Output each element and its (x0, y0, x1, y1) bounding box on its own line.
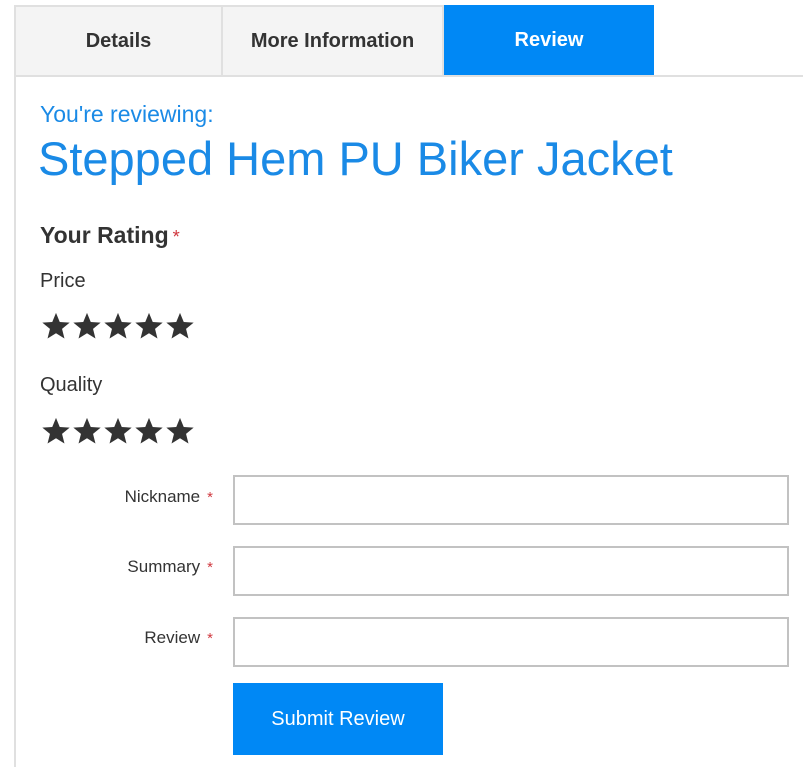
required-marker: * (207, 489, 213, 506)
star-icon[interactable] (133, 415, 164, 445)
review-label: Review * (144, 628, 213, 648)
star-icon[interactable] (71, 415, 102, 445)
content-border (14, 75, 16, 767)
star-icon[interactable] (102, 310, 133, 340)
review-input[interactable] (233, 617, 789, 667)
summary-label: Summary * (127, 557, 213, 577)
required-marker: * (207, 559, 213, 576)
rating-stars-price (40, 310, 195, 340)
tabs-divider (14, 75, 803, 77)
star-icon[interactable] (164, 310, 195, 340)
rating-label-quality: Quality (40, 374, 103, 396)
nickname-input[interactable] (233, 475, 789, 525)
tab-details[interactable]: Details (14, 5, 223, 76)
rating-heading-text: Your Rating (40, 222, 169, 248)
nickname-label-text: Nickname (124, 487, 201, 506)
review-page: Details More Information Review You're r… (0, 0, 803, 767)
product-tabs: Details More Information Review (14, 5, 654, 76)
required-marker: * (207, 630, 213, 647)
rating-heading: Your Rating * (40, 222, 180, 249)
tab-more-information[interactable]: More Information (223, 5, 444, 76)
tab-review[interactable]: Review (444, 5, 654, 76)
star-icon[interactable] (164, 415, 195, 445)
star-icon[interactable] (40, 310, 71, 340)
rating-stars-quality (40, 415, 195, 445)
star-icon[interactable] (102, 415, 133, 445)
star-icon[interactable] (133, 310, 164, 340)
review-label-text: Review (144, 628, 201, 647)
star-icon[interactable] (40, 415, 71, 445)
summary-input[interactable] (233, 546, 789, 596)
reviewing-label: You're reviewing: (40, 101, 214, 127)
summary-label-text: Summary (127, 557, 201, 576)
star-icon[interactable] (71, 310, 102, 340)
product-title: Stepped Hem PU Biker Jacket (38, 132, 673, 185)
rating-label-price: Price (40, 270, 86, 292)
required-marker: * (172, 226, 180, 247)
submit-review-button[interactable]: Submit Review (233, 683, 443, 755)
nickname-label: Nickname * (125, 487, 213, 507)
